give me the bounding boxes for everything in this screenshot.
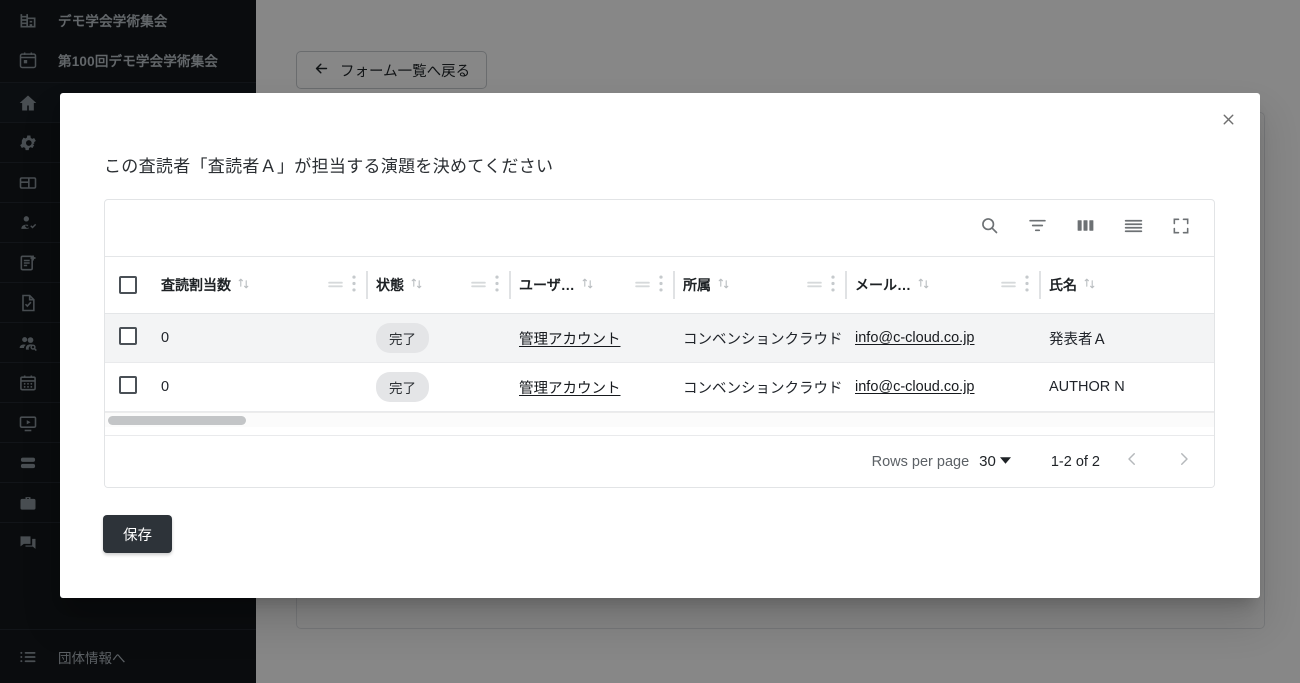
column-divider [1039,271,1041,299]
select-all-checkbox[interactable] [119,276,137,294]
cell-user: 管理アカウント [509,362,673,412]
column-menu-icon[interactable] [495,275,499,295]
horizontal-scrollbar-thumb[interactable] [108,416,246,425]
resize-handle-icon[interactable] [806,277,823,293]
grid-header: 査読割当数 状態 ユーザ… 所属 メール… 氏名 [105,256,1214,314]
cell-assign-count: 0 [151,313,366,363]
resize-handle-icon[interactable] [634,277,651,293]
sort-icon[interactable] [917,277,930,293]
grid-toolbar [105,200,1214,256]
filter-button[interactable] [1020,211,1054,245]
cell-affiliation: コンベンションクラウド [673,313,845,363]
table-row[interactable]: 0 完了 管理アカウント コンベンションクラウド info@c-cloud.co… [105,362,1214,412]
user-link[interactable]: 管理アカウント [519,332,621,348]
grid-header-row: 査読割当数 状態 ユーザ… 所属 メール… 氏名 [105,256,1214,314]
row-checkbox[interactable] [119,376,137,394]
column-menu-icon[interactable] [831,275,835,295]
rows-per-page-label: Rows per page [871,453,970,470]
close-icon [1220,111,1237,133]
row-select-cell [105,362,151,412]
row-checkbox[interactable] [119,327,137,345]
chevron-right-icon [1175,450,1193,473]
user-link[interactable]: 管理アカウント [519,381,621,397]
column-header-user-label: ユーザ… [519,277,575,293]
columns-button[interactable] [1068,211,1102,245]
column-header-name[interactable]: 氏名 [1039,256,1214,314]
cell-email: info@c-cloud.co.jp [845,313,1039,363]
cell-affiliation: コンベンションクラウド [673,362,845,412]
grid-body: 0 完了 管理アカウント コンベンションクラウド info@c-cloud.co… [105,313,1214,412]
status-badge: 完了 [376,372,429,402]
column-divider [673,271,675,299]
column-header-assign-count-label: 査読割当数 [161,277,231,293]
cell-status: 完了 [366,313,509,363]
close-button[interactable] [1207,101,1249,143]
search-button[interactable] [972,211,1006,245]
row-select-cell [105,313,151,363]
status-badge: 完了 [376,323,429,353]
email-link[interactable]: info@c-cloud.co.jp [855,379,975,395]
resize-handle-icon[interactable] [470,277,487,293]
next-page-button[interactable] [1164,442,1204,482]
sort-icon[interactable] [1083,277,1096,293]
cell-status: 完了 [366,362,509,412]
filter-icon [1027,215,1048,241]
column-header-assign-count[interactable]: 査読割当数 [151,256,366,314]
grid-table: 査読割当数 状態 ユーザ… 所属 メール… 氏名 0 完了 管理アカウント コン… [105,256,1214,412]
column-header-affiliation-label: 所属 [683,277,711,293]
sort-icon[interactable] [581,277,594,293]
grid-scroll-area: 査読割当数 状態 ユーザ… 所属 メール… 氏名 0 完了 管理アカウント コン… [105,256,1214,427]
rows-per-page-select[interactable]: 30 [979,453,1011,470]
email-link[interactable]: info@c-cloud.co.jp [855,330,975,346]
cell-email: info@c-cloud.co.jp [845,362,1039,412]
column-divider [366,271,368,299]
column-divider [845,271,847,299]
dialog-title: この査読者「査読者Ａ」が担当する演題を決めてください [104,157,554,176]
column-menu-icon[interactable] [659,275,663,295]
previous-page-button[interactable] [1112,442,1152,482]
pagination-range-label: 1-2 of 2 [1050,453,1100,470]
table-row[interactable]: 0 完了 管理アカウント コンベンションクラウド info@c-cloud.co… [105,313,1214,363]
column-divider [509,271,511,299]
cell-user: 管理アカウント [509,313,673,363]
column-header-name-label: 氏名 [1049,277,1077,293]
app-root: デモ学会学術集会 第100回デモ学会学術集会 団体情報へ フォーム一覧へ戻る こ… [0,0,1300,683]
rows-per-page-value: 30 [979,453,996,470]
cell-assign-count: 0 [151,362,366,412]
presentation-data-grid: 査読割当数 状態 ユーザ… 所属 メール… 氏名 0 完了 管理アカウント コン… [104,199,1215,488]
search-icon [979,215,1000,241]
cell-name: AUTHOR N [1039,362,1214,412]
density-icon [1123,215,1144,241]
column-menu-icon[interactable] [352,275,356,295]
column-header-user[interactable]: ユーザ… [509,256,673,314]
grid-pagination-footer: Rows per page 30 1-2 of 2 [105,435,1214,487]
sort-icon[interactable] [717,277,730,293]
column-header-email[interactable]: メール… [845,256,1039,314]
column-header-status-label: 状態 [376,277,404,293]
column-header-status[interactable]: 状態 [366,256,509,314]
cell-name: 発表者Ａ [1039,313,1214,363]
density-button[interactable] [1116,211,1150,245]
select-all-header [105,256,151,314]
resize-handle-icon[interactable] [1000,277,1017,293]
sort-icon[interactable] [410,277,423,293]
columns-icon [1075,215,1096,241]
chevron-down-icon [999,453,1011,470]
fullscreen-button[interactable] [1164,211,1198,245]
save-button[interactable]: 保存 [103,515,172,553]
column-header-email-label: メール… [855,277,911,293]
resize-handle-icon[interactable] [327,277,344,293]
horizontal-scrollbar[interactable] [105,412,1214,427]
fullscreen-icon [1171,216,1191,241]
chevron-left-icon [1123,450,1141,473]
column-menu-icon[interactable] [1025,275,1029,295]
column-header-affiliation[interactable]: 所属 [673,256,845,314]
sort-icon[interactable] [237,277,250,293]
